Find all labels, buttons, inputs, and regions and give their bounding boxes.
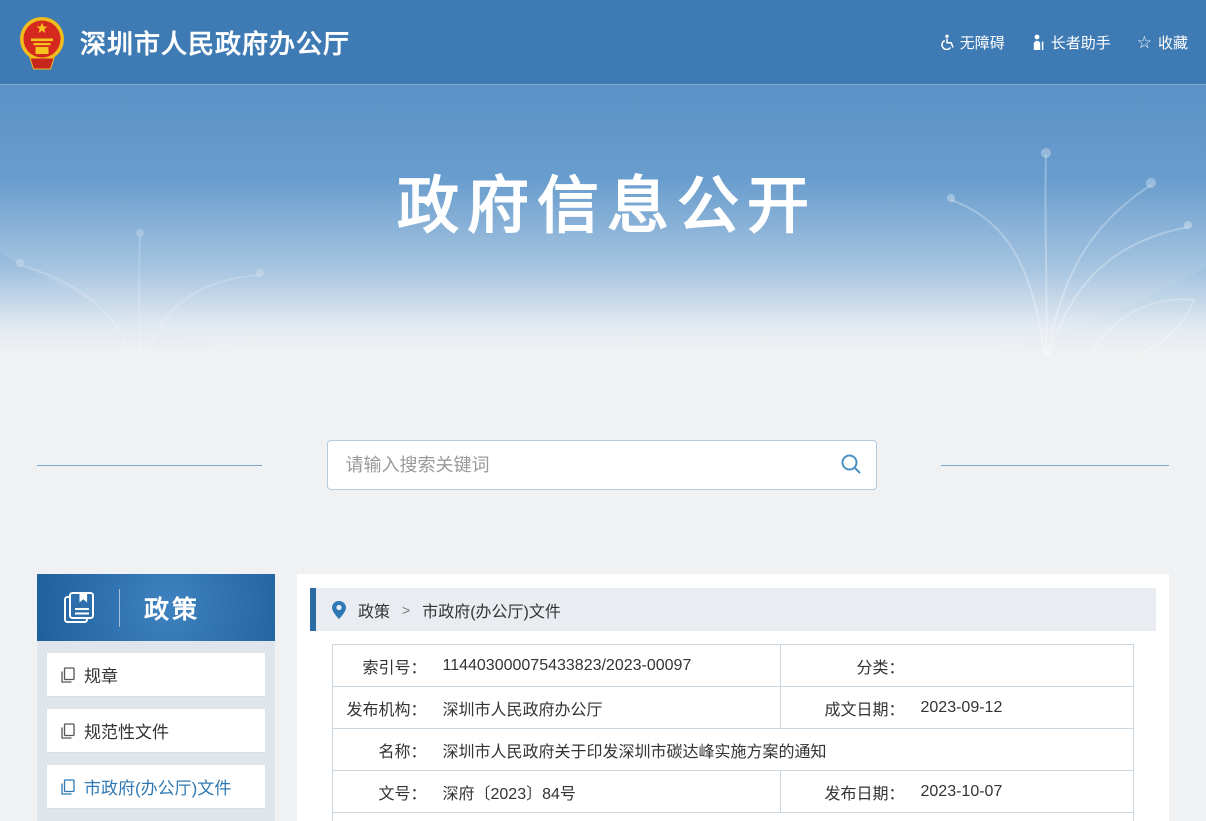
decorative-line <box>941 465 1169 466</box>
issuing-org-label: 发布机构： <box>333 687 433 729</box>
site-title: 深圳市人民政府办公厅 <box>80 24 350 61</box>
index-no-value: 114403000075433823/2023-00097 <box>433 645 781 687</box>
sidebar-item-label: 市政府(办公厅)文件 <box>84 774 231 799</box>
breadcrumb-item-policy[interactable]: 政策 <box>358 598 390 622</box>
doc-title-label: 名称： <box>333 729 433 771</box>
written-date-label: 成文日期： <box>781 687 911 729</box>
header-links: 无障碍 长者助手 ☆ 收藏 <box>938 32 1188 53</box>
empty-value <box>433 813 1134 821</box>
table-row: 名称： 深圳市人民政府关于印发深圳市碳达峰实施方案的通知 <box>333 729 1134 771</box>
sidebar-item-label: 规章 <box>84 662 118 687</box>
page-title: 政府信息公开 <box>0 85 1206 245</box>
breadcrumb-separator: > <box>402 602 410 618</box>
table-row: 文号： 深府〔2023〕84号 发布日期： 2023-10-07 <box>333 771 1134 813</box>
accessibility-icon <box>938 34 954 50</box>
written-date-value: 2023-09-12 <box>911 687 1134 729</box>
national-emblem-icon <box>18 15 66 71</box>
elder-helper-icon <box>1031 34 1045 50</box>
search-box <box>327 440 877 490</box>
table-row <box>333 813 1134 821</box>
index-no-label: 索引号： <box>333 645 433 687</box>
elder-helper-label: 长者助手 <box>1051 32 1111 53</box>
breadcrumb: 政策 > 市政府(办公厅)文件 <box>310 588 1156 631</box>
search-button[interactable] <box>839 453 863 477</box>
sidebar-menu: 规章 规范性文件 市政府(办公厅)文件 <box>37 641 275 821</box>
document-icon <box>61 667 75 683</box>
sidebar: 政策 规章 规范性文件 <box>37 574 275 821</box>
category-value <box>911 645 1134 687</box>
sidebar-header: 政策 <box>37 574 275 641</box>
accessibility-link[interactable]: 无障碍 <box>938 32 1005 53</box>
top-header: 深圳市人民政府办公厅 无障碍 长者助手 ☆ 收藏 <box>0 0 1206 85</box>
star-icon: ☆ <box>1137 34 1152 51</box>
favorite-link[interactable]: ☆ 收藏 <box>1137 32 1188 53</box>
location-pin-icon <box>332 601 346 619</box>
content-area: 政策 规章 规范性文件 <box>37 574 1169 821</box>
search-icon <box>840 453 862 475</box>
sidebar-item-municipal-government-documents[interactable]: 市政府(办公厅)文件 <box>47 765 265 808</box>
search-input[interactable] <box>327 440 877 490</box>
breadcrumb-item-municipal-documents[interactable]: 市政府(办公厅)文件 <box>422 598 561 622</box>
sidebar-item-regulations[interactable]: 规章 <box>47 653 265 696</box>
doc-no-value: 深府〔2023〕84号 <box>433 771 781 813</box>
document-info-table: 索引号： 114403000075433823/2023-00097 分类： 发… <box>332 644 1134 821</box>
doc-no-label: 文号： <box>333 771 433 813</box>
favorite-label: 收藏 <box>1158 32 1188 53</box>
sidebar-title: 政策 <box>144 590 200 626</box>
decorative-line <box>37 465 262 466</box>
empty-label <box>333 813 433 821</box>
table-row: 发布机构： 深圳市人民政府办公厅 成文日期： 2023-09-12 <box>333 687 1134 729</box>
main-panel: 政策 > 市政府(办公厅)文件 索引号： 114403000075433823/… <box>297 574 1169 821</box>
search-section <box>37 440 1169 490</box>
publish-date-label: 发布日期： <box>781 771 911 813</box>
accessibility-label: 无障碍 <box>960 32 1005 53</box>
issuing-org-value: 深圳市人民政府办公厅 <box>433 687 781 729</box>
document-icon <box>61 779 75 795</box>
table-row: 索引号： 114403000075433823/2023-00097 分类： <box>333 645 1134 687</box>
doc-title-value: 深圳市人民政府关于印发深圳市碳达峰实施方案的通知 <box>433 729 1134 771</box>
banner: 政府信息公开 <box>0 85 1206 355</box>
divider <box>119 589 120 627</box>
sidebar-item-label: 规范性文件 <box>84 718 169 743</box>
elder-helper-link[interactable]: 长者助手 <box>1031 32 1111 53</box>
publish-date-value: 2023-10-07 <box>911 771 1134 813</box>
sidebar-item-normative-documents[interactable]: 规范性文件 <box>47 709 265 752</box>
category-label: 分类： <box>781 645 911 687</box>
document-icon <box>61 723 75 739</box>
policy-book-icon <box>59 588 99 628</box>
